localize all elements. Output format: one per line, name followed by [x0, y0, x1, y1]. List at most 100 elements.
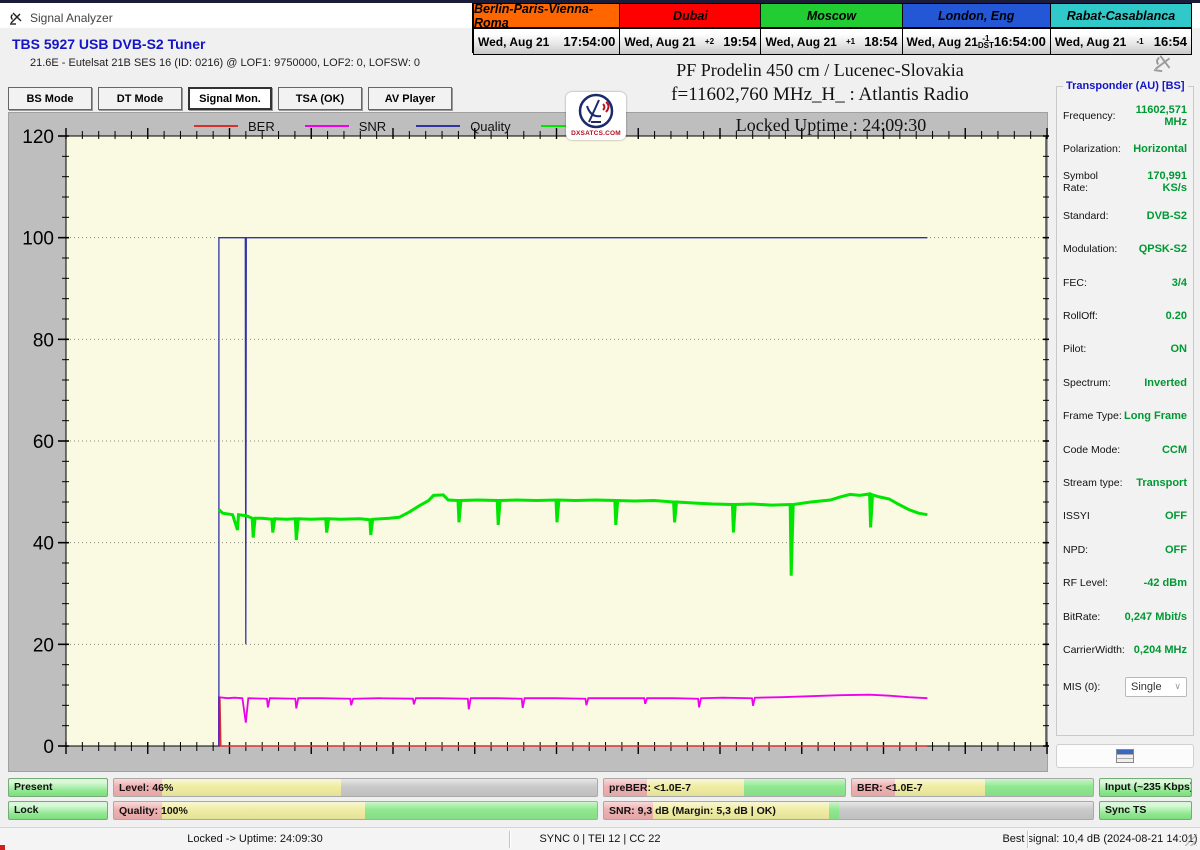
antenna-app-icon: [8, 10, 24, 31]
transponder-row: BitRate:0,247 Mbit/s: [1063, 600, 1187, 633]
tuner-title: TBS 5927 USB DVB-S2 Tuner: [12, 36, 205, 52]
transponder-value: 11602,571 MHz: [1116, 104, 1187, 128]
transponder-panel-title: Transponder (AU) [BS]: [1063, 80, 1188, 92]
tab-tsa[interactable]: TSA (OK): [278, 87, 362, 110]
clock-time: 18:54: [864, 34, 897, 49]
level-gauge: Level: 46%: [113, 778, 598, 797]
transponder-row: Spectrum: Inverted: [1063, 366, 1187, 399]
transponder-value: 170,991 KS/s: [1123, 170, 1187, 194]
transponder-label: NPD:: [1063, 544, 1088, 556]
dxsatcs-logo: DXSATCS.COM: [566, 92, 626, 140]
clock-date: Wed, Aug 21: [478, 35, 549, 49]
transponder-value: Inverted: [1144, 377, 1187, 389]
transponder-value: Horizontal: [1133, 143, 1187, 155]
legend-swatch-quality: [416, 125, 460, 127]
transponder-row: ISSYI OFF: [1063, 500, 1187, 533]
transponder-value: OFF: [1165, 544, 1187, 556]
satellite-dish-icon: [577, 92, 615, 130]
transponder-row: RF Level:-42 dBm: [1063, 566, 1187, 599]
site-title: PF Prodelin 450 cm / Lucenec-Slovakia: [600, 60, 1040, 81]
transponder-value: Transport: [1136, 477, 1187, 489]
clock-time: 16:54: [1154, 34, 1187, 49]
utc-offset: +2: [702, 38, 716, 45]
transponder-value: 0,204 MHz: [1134, 644, 1187, 656]
transponder-value: CCM: [1162, 444, 1187, 456]
transponder-label: Code Mode:: [1063, 444, 1120, 456]
transponder-row: Frequency:11602,571 MHz: [1063, 99, 1187, 132]
transponder-label: RF Level:: [1063, 577, 1108, 589]
tab-dt-mode[interactable]: DT Mode: [98, 87, 182, 110]
utc-offset-dst: -1DST: [978, 35, 994, 49]
lock-indicator: Lock: [8, 801, 108, 820]
transponder-label: RollOff:: [1063, 310, 1098, 322]
tab-signal-mon[interactable]: Signal Mon.: [188, 87, 272, 110]
statusbar-uptime: Locked -> Uptime: 24:09:30: [80, 833, 430, 845]
quality-gauge: Quality: 100%: [113, 801, 598, 820]
legend-item: Quality: [416, 119, 510, 134]
clock-city-berlin: Berlin-Paris-Vienna-Roma: [473, 3, 620, 28]
transponder-label: Modulation:: [1063, 243, 1117, 255]
tab-bs-mode[interactable]: BS Mode: [8, 87, 92, 110]
chart-svg: 020406080100120: [9, 113, 1049, 773]
transponder-label: ISSYI: [1063, 510, 1090, 522]
tuner-subtitle: 21.6E - Eutelsat 21B SES 16 (ID: 0216) @…: [30, 57, 420, 69]
window-title: Signal Analyzer: [30, 11, 113, 25]
legend-swatch-snr: [305, 125, 349, 127]
transponder-row: Symbol Rate:170,991 KS/s: [1063, 166, 1187, 199]
gauge-label: SNR: 9,3 dB (Margin: 5,3 dB | OK): [609, 802, 776, 820]
transponder-row: Pilot: ON: [1063, 333, 1187, 366]
gauge-label: BER: <1.0E-7: [857, 779, 923, 797]
frequency-title: f=11602,760 MHz_H_ : Atlantis Radio: [600, 84, 1040, 106]
transponder-panel: Transponder (AU) [BS] Frequency:11602,57…: [1056, 86, 1194, 736]
clock-city-dubai: Dubai: [619, 3, 761, 28]
legend-label: BER: [248, 119, 275, 134]
transponder-label: Symbol Rate:: [1063, 170, 1123, 194]
transponder-list-button[interactable]: [1056, 744, 1194, 768]
transponder-row: Stream type: Transport: [1063, 466, 1187, 499]
mis-row: MIS (0):Single∨: [1063, 667, 1187, 707]
svg-text:120: 120: [22, 127, 54, 148]
transponder-value: 0,247 Mbit/s: [1125, 611, 1187, 623]
transponder-label: Spectrum:: [1063, 377, 1111, 389]
svg-text:80: 80: [33, 330, 54, 351]
clock-time: 19:54: [723, 34, 756, 49]
logo-text: DXSATCS.COM: [571, 130, 621, 137]
tab-av-player[interactable]: AV Player: [368, 87, 452, 110]
transponder-row: CarrierWidth:0,204 MHz: [1063, 633, 1187, 666]
record-dot: [0, 845, 5, 850]
transponder-value: 3/4: [1172, 277, 1187, 289]
world-clocks: Berlin-Paris-Vienna-Roma Dubai Moscow Lo…: [472, 3, 1192, 53]
mode-tabs: BS Mode DT Mode Signal Mon. TSA (OK) AV …: [8, 87, 452, 110]
transponder-value: Long Frame: [1124, 410, 1187, 422]
resize-grip[interactable]: [1185, 834, 1197, 846]
transponder-label: Frame Type:: [1063, 410, 1122, 422]
clock-time-moscow: Wed, Aug 21 +1 18:54: [760, 28, 902, 55]
clock-time-london: Wed, Aug 21 -1DST 16:54:00: [902, 28, 1051, 55]
legend-item: SNR: [305, 119, 386, 134]
transponder-row: Frame Type:Long Frame: [1063, 400, 1187, 433]
gauge-shine: [114, 779, 597, 796]
snr-gauge: SNR: 9,3 dB (Margin: 5,3 dB | OK): [603, 801, 1094, 820]
svg-text:20: 20: [33, 635, 54, 656]
transponder-row: FEC: 3/4: [1063, 266, 1187, 299]
transponder-row: Code Mode: CCM: [1063, 433, 1187, 466]
mis-value: Single: [1131, 681, 1162, 693]
transponder-label: Pilot:: [1063, 343, 1086, 355]
clock-date: Wed, Aug 21: [624, 35, 695, 49]
clock-city-rabat: Rabat-Casablanca: [1050, 3, 1192, 28]
ber-gauge: BER: <1.0E-7: [851, 778, 1094, 797]
clock-city-london: London, Eng: [902, 3, 1051, 28]
transponder-value: ON: [1171, 343, 1188, 355]
antenna-status-icon: [1150, 51, 1176, 81]
transponder-label: Frequency:: [1063, 110, 1116, 122]
clock-date: Wed, Aug 21: [765, 35, 836, 49]
gauge-label: Level: 46%: [119, 779, 173, 797]
transponder-value: QPSK-S2: [1139, 243, 1187, 255]
transponder-value: OFF: [1165, 510, 1187, 522]
clock-city-moscow: Moscow: [760, 3, 902, 28]
transponder-label: FEC:: [1063, 277, 1087, 289]
transponder-label: Stream type:: [1063, 477, 1123, 489]
statusbar-best-signal: Best signal: 10,4 dB (2024-08-21 14:01): [900, 833, 1200, 845]
list-window-icon: [1116, 749, 1134, 763]
mis-dropdown[interactable]: Single∨: [1125, 677, 1187, 697]
